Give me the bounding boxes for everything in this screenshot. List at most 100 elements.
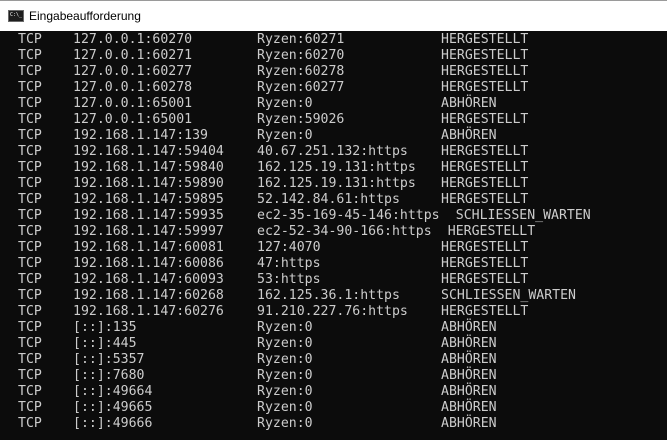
connection-row: TCP 192.168.1.147:59997 ec2-52-34-90-166:h… [0, 224, 667, 240]
state: ABHÖREN [441, 368, 497, 383]
connection-row: TCP 192.168.1.147:60081 127:4070 HERGESTELL… [0, 240, 667, 256]
foreign-address: Ryzen:0 [257, 320, 313, 335]
state: ABHÖREN [441, 336, 497, 351]
foreign-address: ec2-35-169-45-146:https [257, 208, 440, 223]
protocol: TCP [18, 224, 42, 239]
foreign-address: Ryzen:0 [257, 400, 313, 415]
state: HERGESTELLT [441, 112, 529, 127]
connection-row: TCP 192.168.1.147:60086 47:https HERGESTELL… [0, 256, 667, 272]
foreign-address: Ryzen:60277 [257, 80, 345, 95]
connection-row: TCP [::]:7680 Ryzen:0 ABHÖREN [0, 368, 667, 384]
protocol: TCP [18, 336, 42, 351]
connection-row: TCP [::]:5357 Ryzen:0 ABHÖREN [0, 352, 667, 368]
local-address: 192.168.1.147:139 [73, 128, 208, 143]
local-address: 192.168.1.147:59895 [73, 192, 224, 207]
foreign-address: 47:https [257, 256, 321, 271]
local-address: [::]:49666 [73, 416, 153, 431]
connection-row: TCP [::]:445 Ryzen:0 ABHÖREN [0, 336, 667, 352]
connection-row: TCP 127.0.0.1:60270 Ryzen:60271 HERGESTELLT [0, 32, 667, 48]
local-address: 192.168.1.147:60268 [73, 288, 224, 303]
connection-row: TCP 127.0.0.1:65001 Ryzen:59026 HERGESTELLT [0, 112, 667, 128]
connection-row: TCP 192.168.1.147:59895 52.142.84.61:https… [0, 192, 667, 208]
connection-row: TCP 192.168.1.147:60276 91.210.227.76:http… [0, 304, 667, 320]
connection-row: TCP [::]:49664 Ryzen:0 ABHÖREN [0, 384, 667, 400]
local-address: [::]:135 [73, 320, 137, 335]
connection-row: TCP 127.0.0.1:60278 Ryzen:60277 HERGESTELLT [0, 80, 667, 96]
console-output[interactable]: TCP 127.0.0.1:60270 Ryzen:60271 HERGESTELLT… [0, 31, 667, 440]
protocol: TCP [18, 240, 42, 255]
connection-row: TCP 127.0.0.1:65001 Ryzen:0 ABHÖREN [0, 96, 667, 112]
local-address: 192.168.1.147:59404 [73, 144, 224, 159]
foreign-address: 40.67.251.132:https [257, 144, 408, 159]
state: HERGESTELLT [447, 224, 536, 239]
connection-row: TCP [::]:49665 Ryzen:0 ABHÖREN [0, 400, 667, 416]
cmd-icon [8, 10, 24, 22]
foreign-address: Ryzen:0 [257, 352, 313, 367]
local-address: 127.0.0.1:60277 [73, 64, 193, 79]
foreign-address: 52.142.84.61:https [257, 192, 400, 207]
foreign-address: Ryzen:59026 [257, 112, 345, 127]
connection-row: TCP 127.0.0.1:60271 Ryzen:60270 HERGESTELLT [0, 48, 667, 64]
protocol: TCP [18, 320, 42, 335]
state: ABHÖREN [441, 416, 497, 431]
local-address: 127.0.0.1:60270 [73, 32, 193, 47]
protocol: TCP [18, 304, 42, 319]
window-title: Eingabeaufforderung [29, 9, 141, 23]
state: HERGESTELLT [441, 32, 529, 47]
local-address: 192.168.1.147:59935 [73, 208, 224, 223]
protocol: TCP [18, 80, 42, 95]
local-address: 192.168.1.147:59997 [73, 224, 224, 239]
connection-row: TCP 127.0.0.1:60277 Ryzen:60278 HERGESTELLT [0, 64, 667, 80]
state: HERGESTELLT [441, 192, 529, 207]
local-address: 127.0.0.1:65001 [73, 112, 193, 127]
protocol: TCP [18, 144, 42, 159]
foreign-address: Ryzen:0 [257, 336, 313, 351]
foreign-address: 162.125.19.131:https [257, 176, 416, 191]
protocol: TCP [18, 208, 42, 223]
state: HERGESTELLT [441, 160, 529, 175]
connection-row: TCP 192.168.1.147:60268 162.125.36.1:https… [0, 288, 667, 304]
protocol: TCP [18, 160, 42, 175]
foreign-address: Ryzen:60270 [257, 48, 345, 63]
local-address: 192.168.1.147:59840 [73, 160, 224, 175]
title-bar[interactable]: Eingabeaufforderung [0, 0, 667, 31]
protocol: TCP [18, 384, 42, 399]
connection-row: TCP 192.168.1.147:59935 ec2-35-169-45-146:… [0, 208, 667, 224]
state: HERGESTELLT [441, 64, 529, 79]
protocol: TCP [18, 416, 42, 431]
state: HERGESTELLT [441, 304, 529, 319]
state: HERGESTELLT [441, 240, 529, 255]
protocol: TCP [18, 256, 42, 271]
foreign-address: 53:https [257, 272, 321, 287]
state: HERGESTELLT [441, 80, 529, 95]
state: SCHLIESSEN_WARTEN [441, 288, 576, 303]
state: ABHÖREN [441, 96, 497, 111]
protocol: TCP [18, 112, 42, 127]
state: SCHLIESSEN_WARTEN [455, 208, 591, 223]
state: ABHÖREN [441, 400, 497, 415]
local-address: 192.168.1.147:59890 [73, 176, 224, 191]
connection-row: TCP 192.168.1.147:59404 40.67.251.132:http… [0, 144, 667, 160]
connection-row: TCP 192.168.1.147:59890 162.125.19.131:htt… [0, 176, 667, 192]
foreign-address: Ryzen:0 [257, 384, 313, 399]
foreign-address: 162.125.19.131:https [257, 160, 416, 175]
local-address: 192.168.1.147:60086 [73, 256, 224, 271]
protocol: TCP [18, 64, 42, 79]
protocol: TCP [18, 400, 42, 415]
local-address: [::]:7680 [73, 368, 145, 383]
local-address: [::]:49665 [73, 400, 153, 415]
local-address: 192.168.1.147:60276 [73, 304, 224, 319]
protocol: TCP [18, 352, 42, 367]
state: ABHÖREN [441, 352, 497, 367]
local-address: [::]:445 [73, 336, 137, 351]
protocol: TCP [18, 32, 42, 47]
foreign-address: 127:4070 [257, 240, 321, 255]
state: HERGESTELLT [441, 144, 529, 159]
protocol: TCP [18, 288, 42, 303]
connection-row: TCP 192.168.1.147:60093 53:https HERGESTELL… [0, 272, 667, 288]
foreign-address: Ryzen:60278 [257, 64, 345, 79]
foreign-address: 91.210.227.76:https [257, 304, 408, 319]
local-address: 192.168.1.147:60093 [73, 272, 224, 287]
connection-row: TCP 192.168.1.147:139 Ryzen:0 ABHÖREN [0, 128, 667, 144]
protocol: TCP [18, 96, 42, 111]
